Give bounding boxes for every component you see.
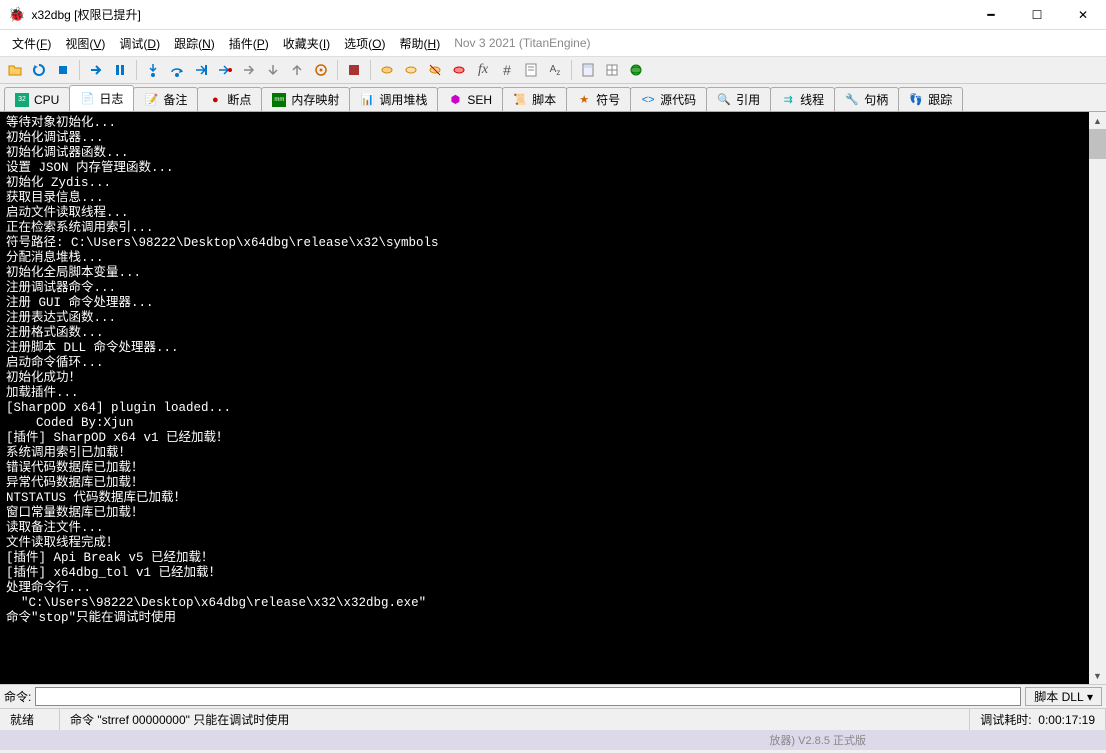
menu-help[interactable]: 帮助(H) bbox=[394, 32, 447, 55]
tab-trace[interactable]: 👣跟踪 bbox=[898, 87, 963, 111]
scroll-thumb[interactable] bbox=[1089, 129, 1106, 159]
menu-bar: 文件(F) 视图(V) 调试(D) 跟踪(N) 插件(P) 收藏夹(I) 选项(… bbox=[0, 30, 1106, 56]
status-ready: 就绪 bbox=[0, 709, 60, 730]
menu-favorites[interactable]: 收藏夹(I) bbox=[277, 32, 336, 55]
command-label: 命令: bbox=[4, 688, 31, 705]
log-text[interactable]: 等待对象初始化... 初始化调试器... 初始化调试器函数... 设置 JSON… bbox=[0, 112, 1106, 630]
tab-script[interactable]: 📜脚本 bbox=[502, 87, 567, 111]
trace-over-icon[interactable] bbox=[262, 59, 284, 81]
source-icon: <> bbox=[641, 93, 655, 107]
calculator-icon[interactable] bbox=[577, 59, 599, 81]
tab-memmap[interactable]: mm内存映射 bbox=[261, 87, 350, 111]
seh-icon: ⬢ bbox=[448, 93, 462, 107]
chevron-down-icon: ▾ bbox=[1087, 690, 1093, 704]
open-icon[interactable] bbox=[4, 59, 26, 81]
tracetab-icon: 👣 bbox=[909, 93, 923, 107]
script-icon[interactable] bbox=[520, 59, 542, 81]
build-info: Nov 3 2021 (TitanEngine) bbox=[454, 36, 590, 50]
maximize-button[interactable]: ☐ bbox=[1014, 0, 1060, 30]
tab-seh[interactable]: ⬢SEH bbox=[437, 87, 503, 111]
grid-icon[interactable] bbox=[601, 59, 623, 81]
doc-icon: 📄 bbox=[80, 92, 94, 106]
status-time: 调试耗时: 0:00:17:19 bbox=[970, 709, 1106, 730]
run-icon[interactable] bbox=[85, 59, 107, 81]
fx-icon[interactable]: fx bbox=[472, 59, 494, 81]
cpu-icon: 32 bbox=[15, 93, 29, 107]
step-into-icon[interactable] bbox=[142, 59, 164, 81]
restart-icon[interactable] bbox=[28, 59, 50, 81]
window-buttons: ━ ☐ ✕ bbox=[968, 0, 1106, 30]
close-button[interactable]: ✕ bbox=[1060, 0, 1106, 30]
tab-log[interactable]: 📄日志 bbox=[69, 85, 134, 111]
tab-cpu[interactable]: 32CPU bbox=[4, 87, 70, 111]
toolbar: fx # Az bbox=[0, 56, 1106, 84]
log-view: 等待对象初始化... 初始化调试器... 初始化调试器函数... 设置 JSON… bbox=[0, 112, 1106, 684]
pause-icon[interactable] bbox=[109, 59, 131, 81]
title-bar: 🐞 x32dbg [权限已提升] ━ ☐ ✕ bbox=[0, 0, 1106, 30]
tab-handles[interactable]: 🔧句柄 bbox=[834, 87, 899, 111]
tab-callstack[interactable]: 📊调用堆栈 bbox=[349, 87, 438, 111]
ref-icon: 🔍 bbox=[717, 93, 731, 107]
vertical-scrollbar[interactable]: ▲ ▼ bbox=[1089, 112, 1106, 684]
handles-icon: 🔧 bbox=[845, 93, 859, 107]
breakpoint-icon: ● bbox=[208, 93, 222, 107]
callstack-icon: 📊 bbox=[360, 93, 374, 107]
footer-text: 放器) V2.8.5 正式版 bbox=[769, 732, 866, 748]
note-icon: 📝 bbox=[144, 93, 158, 107]
minimize-button[interactable]: ━ bbox=[968, 0, 1014, 30]
run-to-icon[interactable] bbox=[214, 59, 236, 81]
tab-source[interactable]: <>源代码 bbox=[630, 87, 707, 111]
hash-icon[interactable]: # bbox=[496, 59, 518, 81]
trace-into-icon[interactable] bbox=[238, 59, 260, 81]
patch-icon-2[interactable] bbox=[376, 59, 398, 81]
menu-debug[interactable]: 调试(D) bbox=[113, 32, 166, 55]
step-over-icon[interactable] bbox=[166, 59, 188, 81]
window-title: x32dbg [权限已提升] bbox=[31, 6, 968, 23]
tab-notes[interactable]: 📝备注 bbox=[133, 87, 198, 111]
menu-options[interactable]: 选项(O) bbox=[338, 32, 391, 55]
tab-bar: 32CPU 📄日志 📝备注 ●断点 mm内存映射 📊调用堆栈 ⬢SEH 📜脚本 … bbox=[0, 84, 1106, 112]
app-icon: 🐞 bbox=[8, 6, 25, 23]
scripttab-icon: 📜 bbox=[513, 93, 527, 107]
patch-icon-4[interactable] bbox=[424, 59, 446, 81]
scroll-down-icon[interactable]: ▼ bbox=[1089, 667, 1106, 684]
memmap-icon: mm bbox=[272, 93, 286, 107]
stop-icon[interactable] bbox=[52, 59, 74, 81]
menu-plugins[interactable]: 插件(P) bbox=[223, 32, 275, 55]
tab-symbols[interactable]: ★符号 bbox=[566, 87, 631, 111]
scroll-up-icon[interactable]: ▲ bbox=[1089, 112, 1106, 129]
tab-threads[interactable]: ⇉线程 bbox=[770, 87, 835, 111]
patch-icon-1[interactable] bbox=[343, 59, 365, 81]
status-bar: 就绪 命令 "strref 00000000" 只能在调试时使用 调试耗时: 0… bbox=[0, 708, 1106, 730]
az-icon[interactable]: Az bbox=[544, 59, 566, 81]
trace-up-icon[interactable] bbox=[286, 59, 308, 81]
step-out-icon[interactable] bbox=[190, 59, 212, 81]
command-bar: 命令: 脚本 DLL ▾ bbox=[0, 684, 1106, 708]
menu-trace[interactable]: 跟踪(N) bbox=[168, 32, 221, 55]
tab-references[interactable]: 🔍引用 bbox=[706, 87, 771, 111]
status-message: 命令 "strref 00000000" 只能在调试时使用 bbox=[60, 709, 970, 730]
command-input[interactable] bbox=[35, 687, 1021, 706]
script-dll-dropdown[interactable]: 脚本 DLL ▾ bbox=[1025, 687, 1102, 706]
menu-view[interactable]: 视图(V) bbox=[59, 32, 111, 55]
patch-icon-3[interactable] bbox=[400, 59, 422, 81]
globe-icon[interactable] bbox=[625, 59, 647, 81]
tab-breakpoints[interactable]: ●断点 bbox=[197, 87, 262, 111]
threads-icon: ⇉ bbox=[781, 93, 795, 107]
patch-icon-5[interactable] bbox=[448, 59, 470, 81]
symbols-icon: ★ bbox=[577, 93, 591, 107]
menu-file[interactable]: 文件(F) bbox=[6, 32, 57, 55]
goto-icon[interactable] bbox=[310, 59, 332, 81]
background-footer: 放器) V2.8.5 正式版 bbox=[0, 730, 1106, 750]
